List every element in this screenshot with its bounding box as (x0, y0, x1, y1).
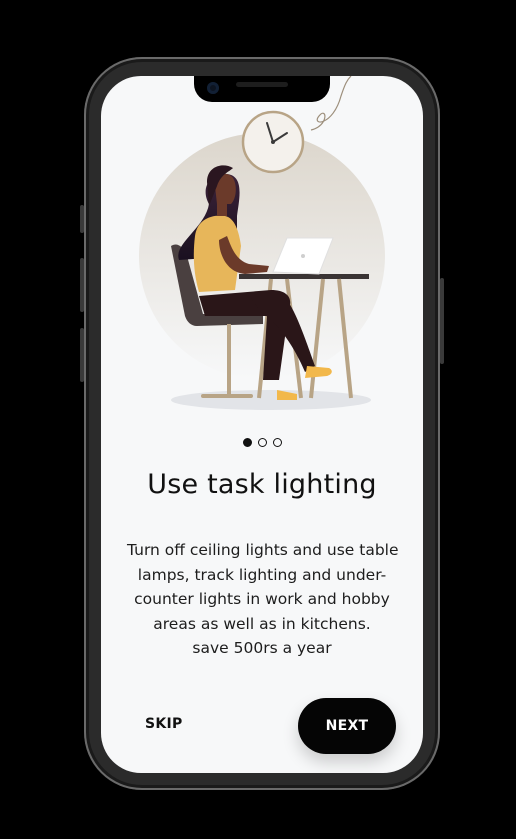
page-dot-active (242, 438, 252, 447)
next-button-label: NEXT (325, 718, 369, 734)
savings-line: save 500rs a year (192, 639, 332, 657)
page-dot (257, 438, 267, 447)
volume-up-button (80, 258, 84, 312)
volume-down-button (80, 328, 84, 382)
description-line: areas as well as in kitchens. (153, 614, 371, 633)
description-line: counter lights in work and hobby (134, 590, 390, 608)
onboarding-title: Use task lighting (147, 469, 377, 500)
power-button (440, 278, 444, 364)
app-screen: Use task lighting Turn off ceiling light… (101, 76, 423, 773)
description-line: Turn off ceiling lights and use table (127, 541, 399, 559)
onboarding-description: Turn off ceiling lights and use table la… (127, 538, 399, 661)
page-indicator (101, 438, 423, 447)
skip-button[interactable]: SKIP (145, 716, 183, 732)
silent-switch (80, 205, 84, 233)
woman-working-at-laptop-illustration (139, 76, 385, 410)
next-button[interactable]: NEXT (298, 698, 396, 754)
clock-icon (241, 110, 305, 174)
page-dot (272, 438, 282, 447)
description-line: lamps, track lighting and under- (137, 565, 387, 584)
